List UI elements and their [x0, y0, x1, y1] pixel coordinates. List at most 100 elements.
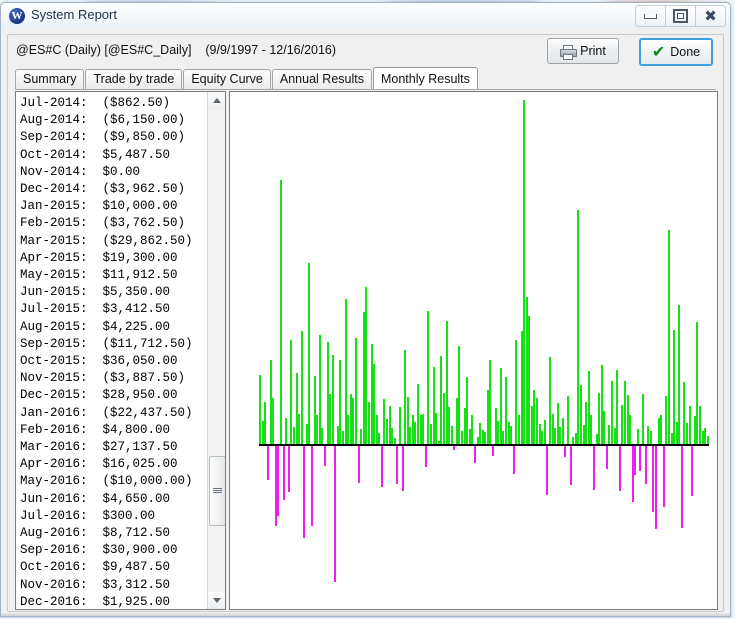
print-button[interactable]: Print [547, 38, 619, 64]
tab-summary[interactable]: Summary [15, 69, 85, 89]
chart-bar [287, 446, 290, 493]
list-item-separator: : [80, 336, 103, 351]
list-item[interactable]: May-2015: $11,912.50 [20, 267, 207, 284]
monthly-results-list[interactable]: Jul-2014: ($862.50) Aug-2014: ($6,150.00)… [15, 91, 226, 610]
chart-bar [634, 446, 637, 476]
tab-annual-results[interactable]: Annual Results [271, 69, 372, 89]
done-button[interactable]: ✔ Done [639, 38, 713, 66]
list-item[interactable]: Aug-2014: ($6,150.00) [20, 112, 207, 129]
list-item[interactable]: Sep-2015: ($11,712.50) [20, 336, 207, 353]
chart-bar [605, 446, 608, 470]
list-item[interactable]: Nov-2014: $0.00 [20, 164, 207, 181]
chart-bar [393, 437, 396, 444]
list-item-value: ($11,712.50) [102, 336, 193, 351]
list-item-separator: : [80, 164, 103, 179]
list-item[interactable]: Jun-2015: $5,350.00 [20, 284, 207, 301]
tab-monthly-results[interactable]: Monthly Results [372, 67, 478, 90]
chart-bar [564, 446, 567, 457]
list-item-period: Dec-2015 [20, 388, 81, 403]
report-header: @ES#C (Daily) [@ES#C_Daily] (9/9/1997 - … [16, 43, 336, 57]
tab-trade-by-trade[interactable]: Trade by trade [85, 69, 183, 89]
chart-bar [649, 430, 652, 444]
list-item-period: Jan-2016 [20, 405, 81, 420]
list-item-value: ($9,850.00) [102, 130, 186, 145]
close-icon: ✖ [704, 6, 717, 25]
scroll-up-arrow[interactable] [208, 92, 225, 109]
list-item[interactable]: Feb-2015: ($3,762.50) [20, 215, 207, 232]
chart-bar [321, 427, 324, 444]
chart-bar [644, 446, 647, 484]
list-item[interactable]: Jan-2015: $10,000.00 [20, 198, 207, 215]
list-item-period: Mar-2015 [20, 233, 81, 248]
list-item[interactable]: Jan-2016: ($22,437.50) [20, 405, 207, 422]
chart-bar [706, 435, 709, 444]
list-item[interactable]: Aug-2015: $4,225.00 [20, 319, 207, 336]
chart-bar [489, 360, 492, 444]
list-item[interactable]: Sep-2016: $30,900.00 [20, 542, 207, 559]
system-report-window: W System Report ✖ @ES#C (Daily) [@ES#C_D… [0, 2, 731, 617]
chart-bar [510, 426, 513, 444]
screen: W System Report ✖ @ES#C (Daily) [@ES#C_D… [0, 0, 735, 619]
maximize-button[interactable] [665, 5, 696, 27]
chart-bar [662, 446, 665, 507]
list-item-period: May-2015 [20, 268, 81, 283]
list-item[interactable]: Oct-2015: $36,050.00 [20, 353, 207, 370]
list-item[interactable]: Aug-2016: $8,712.50 [20, 525, 207, 542]
list-item[interactable]: Jul-2014: ($862.50) [20, 95, 207, 112]
scrollbar-thumb[interactable] [209, 455, 225, 526]
printer-icon [560, 44, 578, 60]
list-item-period: Nov-2016 [20, 577, 81, 592]
list-item[interactable]: Dec-2015: $28,950.00 [20, 387, 207, 404]
list-item[interactable]: Apr-2015: $19,300.00 [20, 250, 207, 267]
list-item-value: $4,650.00 [102, 491, 171, 506]
list-item-separator: : [80, 422, 103, 437]
chart-bar [636, 428, 639, 444]
list-item[interactable]: Jul-2015: $3,412.50 [20, 301, 207, 318]
list-item-period: Mar-2016 [20, 440, 81, 455]
list-item-value: $1,925.00 [102, 594, 171, 609]
chart-bar [512, 446, 515, 474]
chart-bar [424, 446, 427, 467]
list-item[interactable]: Nov-2016: $3,312.50 [20, 577, 207, 594]
list-item[interactable]: Dec-2016: $1,925.00 [20, 594, 207, 609]
chart-bar [603, 410, 606, 444]
list-item[interactable]: Sep-2014: ($9,850.00) [20, 129, 207, 146]
chart-bar [618, 446, 621, 491]
maximize-icon [673, 9, 688, 23]
list-item-separator: : [80, 199, 103, 214]
list-item[interactable]: Dec-2014: ($3,962.50) [20, 181, 207, 198]
scroll-down-arrow[interactable] [208, 592, 225, 609]
chart-bar [311, 446, 314, 527]
list-item-separator: : [80, 216, 103, 231]
tab-label: Trade by trade [93, 72, 175, 86]
title-bar: W System Report ✖ [1, 3, 730, 30]
list-item-value: ($3,762.50) [102, 216, 186, 231]
list-item[interactable]: Feb-2016: $4,800.00 [20, 422, 207, 439]
tab-strip: Summary Trade by trade Equity Curve Annual … [15, 67, 479, 90]
list-item[interactable]: Nov-2015: ($3,887.50) [20, 370, 207, 387]
list-scrollbar[interactable] [207, 92, 225, 609]
tab-equity-curve[interactable]: Equity Curve [183, 69, 271, 89]
tab-strip-divider [15, 89, 716, 90]
list-item[interactable]: Oct-2016: $9,487.50 [20, 559, 207, 576]
list-item-separator: : [80, 474, 103, 489]
chart-bar [667, 230, 670, 444]
minimize-icon [644, 13, 657, 19]
list-item[interactable]: Mar-2015: ($29,862.50) [20, 233, 207, 250]
list-item[interactable]: Jun-2016: $4,650.00 [20, 491, 207, 508]
list-item-value: $3,412.50 [102, 302, 171, 317]
list-item-separator: : [80, 233, 103, 248]
list-item-separator: : [80, 388, 103, 403]
list-item-separator: : [80, 577, 103, 592]
list-item[interactable]: Oct-2014: $5,487.50 [20, 147, 207, 164]
list-item-period: Nov-2015 [20, 371, 81, 386]
minimize-button[interactable] [635, 5, 666, 27]
list-item[interactable]: Jul-2016: $300.00 [20, 508, 207, 525]
list-item-separator: : [80, 405, 103, 420]
list-item[interactable]: Apr-2016: $16,025.00 [20, 456, 207, 473]
list-item[interactable]: May-2016: ($10,000.00) [20, 473, 207, 490]
chart-bar [285, 418, 288, 444]
list-item[interactable]: Mar-2016: $27,137.50 [20, 439, 207, 456]
close-button[interactable]: ✖ [695, 5, 726, 27]
list-item-period: Sep-2016 [20, 543, 81, 558]
